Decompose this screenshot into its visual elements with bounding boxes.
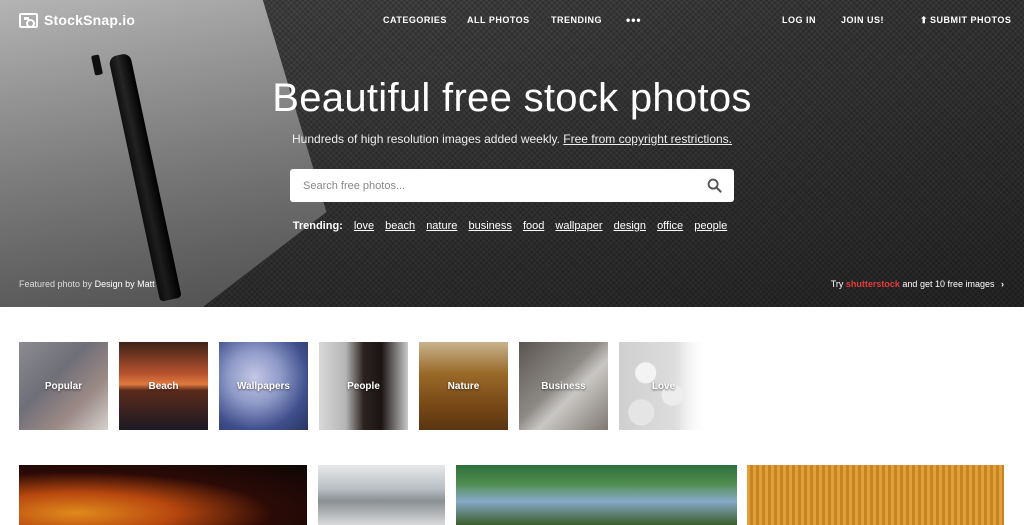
nav-log-in[interactable]: LOG IN <box>782 15 816 25</box>
trending-tag-love[interactable]: love <box>354 220 374 232</box>
search-button[interactable] <box>694 169 734 202</box>
nav-categories[interactable]: CATEGORIES <box>383 15 447 25</box>
category-label: Business <box>541 380 586 392</box>
category-popular[interactable]: Popular <box>19 342 108 430</box>
nav-submit-photos[interactable]: ⬆ SUBMIT PHOTOS <box>920 15 1011 26</box>
shutterstock-logo: shutterstock <box>845 279 900 289</box>
more-menu-icon[interactable]: ••• <box>626 13 642 27</box>
trending-tag-business[interactable]: business <box>468 220 511 232</box>
promo-prefix: Try <box>830 279 844 289</box>
search-icon <box>707 178 722 193</box>
gallery-photo[interactable] <box>318 465 445 525</box>
nav-all-photos[interactable]: ALL PHOTOS <box>467 15 530 25</box>
logo-text: StockSnap.io <box>44 12 136 28</box>
trending-tag-food[interactable]: food <box>523 220 544 232</box>
category-label: Beach <box>148 380 179 392</box>
category-strip: Popular Beach Wallpapers People Nature B… <box>19 342 719 430</box>
category-label: People <box>347 380 380 392</box>
category-people[interactable]: People <box>319 342 408 430</box>
submit-photos-label: SUBMIT PHOTOS <box>930 15 1012 25</box>
nav-join-us[interactable]: JOIN US! <box>841 15 884 25</box>
hero-shade-overlay <box>0 0 1024 307</box>
logo[interactable]: StockSnap.io <box>19 12 135 28</box>
trending-tag-nature[interactable]: nature <box>426 220 457 232</box>
gallery-photo[interactable] <box>19 465 307 525</box>
hero-section: StockSnap.io CATEGORIES ALL PHOTOS TREND… <box>0 0 1024 307</box>
category-beach[interactable]: Beach <box>119 342 208 430</box>
category-wallpapers[interactable]: Wallpapers <box>219 342 308 430</box>
shutterstock-promo[interactable]: Try shutterstock and get 10 free images … <box>831 279 1004 289</box>
category-fade-overlay <box>678 342 708 430</box>
trending-tag-beach[interactable]: beach <box>385 220 415 232</box>
category-label: Wallpapers <box>237 380 290 392</box>
upload-icon: ⬆ <box>920 15 929 25</box>
hero-subtitle-text: Hundreds of high resolution images added… <box>292 132 560 146</box>
hero-title: Beautiful free stock photos <box>272 76 752 120</box>
category-nature[interactable]: Nature <box>419 342 508 430</box>
trending-tag-people[interactable]: people <box>694 220 727 232</box>
trending-tag-office[interactable]: office <box>657 220 683 232</box>
trending-label: Trending: <box>292 220 343 232</box>
category-label: Nature <box>447 380 480 392</box>
category-business[interactable]: Business <box>519 342 608 430</box>
trending-tags: Trending: love beach nature business foo… <box>0 220 1024 232</box>
category-label: Popular <box>44 380 83 392</box>
nav-trending[interactable]: TRENDING <box>551 15 602 25</box>
trending-tag-wallpaper[interactable]: wallpaper <box>555 220 602 232</box>
photo-gallery <box>0 465 1024 525</box>
hero-subtitle: Hundreds of high resolution images added… <box>0 132 1024 146</box>
chevron-right-icon: › <box>1001 279 1004 289</box>
featured-author-link[interactable]: Design by Matt <box>95 279 155 289</box>
promo-suffix: and get 10 free images <box>902 279 995 289</box>
trending-tag-design[interactable]: design <box>614 220 646 232</box>
search-bar <box>290 169 734 202</box>
gallery-photo[interactable] <box>456 465 737 525</box>
top-navigation: StockSnap.io CATEGORIES ALL PHOTOS TREND… <box>0 0 1024 42</box>
search-input[interactable] <box>290 169 694 202</box>
gallery-photo[interactable] <box>747 465 1004 525</box>
featured-prefix: Featured photo by <box>19 279 93 289</box>
copyright-link[interactable]: Free from copyright restrictions. <box>563 132 732 146</box>
featured-photo-credit: Featured photo by Design by Matt <box>19 279 155 289</box>
category-love[interactable]: Love <box>619 342 708 430</box>
camera-icon <box>19 12 38 28</box>
category-label: Love <box>651 380 676 392</box>
